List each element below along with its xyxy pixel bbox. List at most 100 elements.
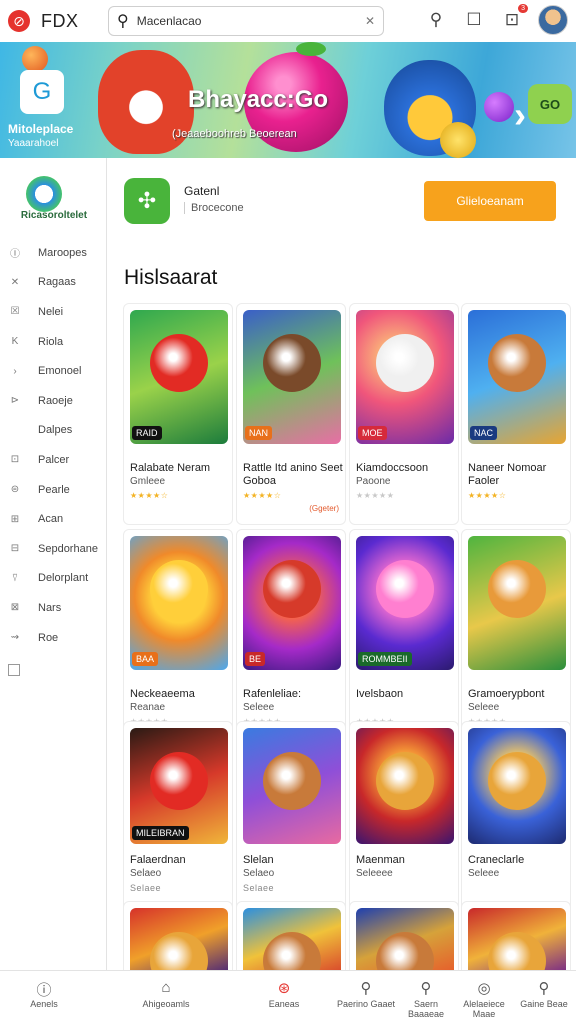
game-art[interactable]	[468, 908, 566, 978]
game-card[interactable]: Craneclarle Seleee	[461, 721, 571, 911]
game-title: Neckeaeema	[130, 688, 195, 700]
sidebar-item[interactable]: ⊞ Acan	[0, 504, 106, 534]
notifications-icon[interactable]: ⊡ 3	[500, 4, 528, 32]
banner-logo-sub: Yaaarahoel	[8, 138, 59, 149]
sidebar-item[interactable]: ⇝ Roe	[0, 623, 106, 653]
game-card[interactable]	[461, 901, 571, 981]
game-art[interactable]: MOE	[356, 310, 454, 444]
bottom-nav-item[interactable]: ⓘ Aenels	[14, 979, 74, 1009]
featured-app-icon[interactable]: ✣	[124, 178, 170, 224]
game-badge: MOE	[358, 426, 387, 440]
game-card[interactable]: MOE Kiamdoccsoon Paoone ★★★★★	[349, 303, 459, 525]
game-art[interactable]	[356, 728, 454, 844]
sidebar-item-label: Nelei	[38, 305, 64, 318]
sidebar-item[interactable]: ☒ Nelei	[0, 297, 106, 327]
game-art[interactable]	[243, 728, 341, 844]
game-art[interactable]: NAN	[243, 310, 341, 444]
sidebar-logo-icon[interactable]	[26, 176, 62, 212]
sidebar-item-icon: ☒	[10, 306, 20, 318]
chevron-right-icon[interactable]: ›	[514, 94, 526, 136]
hero-banner[interactable]: G Mitoleplace Yaaarahoel GO Bhayacc:Go (…	[0, 42, 576, 158]
game-character-art	[376, 752, 434, 810]
sidebar-item-icon: Ⓘ	[10, 249, 20, 261]
game-character-art	[488, 560, 546, 618]
game-card[interactable]: BERafenleliae:Seleee★★★★★	[236, 529, 346, 751]
user-avatar[interactable]	[538, 5, 568, 35]
game-card[interactable]: MILEIBRAN Falaerdnan Selaeo Selaee	[123, 721, 233, 911]
game-art[interactable]: MILEIBRAN	[130, 728, 228, 844]
game-art[interactable]	[356, 908, 454, 978]
sidebar-item-label: Riola	[38, 335, 64, 348]
game-card[interactable]: BAANeckeaeemaReanae★★★★★	[123, 529, 233, 751]
game-subtitle: Seleee	[243, 702, 275, 713]
game-badge: RAID	[132, 426, 162, 440]
game-rating: ★★★★☆	[130, 491, 169, 500]
game-card[interactable]: RAID Ralabate Neram Gmleee ★★★★☆	[123, 303, 233, 525]
bottom-nav-item[interactable]: ⊛ Eaneas	[254, 979, 314, 1009]
game-art[interactable]: RAID	[130, 310, 228, 444]
game-art[interactable]	[130, 908, 228, 978]
sidebar-item-icon: ⍢	[12, 572, 18, 584]
bottom-nav-label: Eaneas	[268, 999, 300, 1009]
search-button-icon[interactable]: ⚲	[424, 8, 448, 32]
game-card[interactable]: GramoerypbontSeleee★★★★★	[461, 529, 571, 751]
sidebar-item-icon: ⊠	[10, 602, 20, 614]
game-title: Rafenleliae:	[243, 688, 302, 700]
game-art[interactable]: BE	[243, 536, 341, 670]
game-card[interactable]	[349, 901, 459, 981]
sidebar-item[interactable]: ⊳ Raoeje	[0, 386, 106, 416]
bottom-nav-icon: ⓘ	[36, 982, 52, 999]
install-button[interactable]: Glieloeanam	[424, 181, 556, 221]
game-art[interactable]: NAC	[468, 310, 566, 444]
game-badge: BAA	[132, 652, 159, 666]
bottom-nav-item[interactable]: ⚲ Gaine Beae	[514, 979, 574, 1009]
game-subtitle: Selaeo	[130, 868, 162, 879]
chat-icon[interactable]: ☐	[462, 8, 486, 32]
bottom-nav-item[interactable]: ⌂ Ahigeoamls	[136, 979, 196, 1009]
bottom-nav-icon: ⊛	[277, 980, 291, 997]
game-art[interactable]: BAA	[130, 536, 228, 670]
bottom-nav-label: Gaine Beae	[520, 999, 568, 1009]
sidebar-item-icon: ⇝	[10, 632, 20, 644]
game-character-art	[263, 752, 321, 810]
sidebar-item[interactable]: K Riola	[0, 327, 106, 357]
checkbox-icon[interactable]	[8, 664, 20, 676]
game-card[interactable]: NAC Naneer Nomoar Faoler ★★★★☆	[461, 303, 571, 525]
game-art[interactable]	[243, 908, 341, 978]
game-card[interactable]: ROMMBEIIIvelsbaon★★★★★	[349, 529, 459, 751]
search-input[interactable]: Macenlacao	[137, 14, 365, 28]
game-subtitle: Seleee	[468, 702, 500, 713]
search-bar[interactable]: ⚲ Macenlacao ✕	[108, 6, 384, 36]
game-character-art	[376, 560, 434, 618]
sidebar-item[interactable]: ⊟ Sepdorhane	[0, 534, 106, 564]
game-card[interactable]: NAN Rattle Itd anino Seet Goboa ★★★★☆ (Gget…	[236, 303, 346, 525]
game-subtitle: Seleee	[468, 868, 500, 879]
sidebar-item[interactable]: Dalpes	[0, 416, 106, 446]
bottom-nav-item[interactable]: ◎ Alelaeiece Maae	[454, 979, 514, 1019]
sidebar-item-label: Ragaas	[38, 276, 76, 289]
sidebar-item[interactable]: Ⓘ Maroopes	[0, 238, 106, 268]
sidebar-item[interactable]: ⍢ Delorplant	[0, 564, 106, 594]
app-logo-icon[interactable]: ⊘	[8, 10, 30, 32]
sidebar-item-label: Emonoel	[38, 365, 82, 378]
game-card[interactable]: Maenman Seleeee	[349, 721, 459, 911]
brand-name[interactable]: FDX	[41, 11, 79, 32]
sidebar-item[interactable]: ✕ Ragaas	[0, 268, 106, 298]
game-card[interactable]: Slelan Selaeo Selaee	[236, 721, 346, 911]
sidebar-item[interactable]: ⊜ Pearle	[0, 475, 106, 505]
game-badge: BE	[245, 652, 266, 666]
game-card[interactable]	[123, 901, 233, 981]
sidebar-item[interactable]: ⊡ Palcer	[0, 445, 106, 475]
game-art[interactable]	[468, 728, 566, 844]
sidebar-item[interactable]: › Emonoel	[0, 356, 106, 386]
bottom-nav-item[interactable]: ⚲ Saern Baaaeae	[396, 979, 456, 1019]
featured-app[interactable]: ✣ Gatenl Brocecone Glieloeanam	[124, 178, 564, 226]
game-art[interactable]	[468, 536, 566, 670]
voice-search-icon[interactable]: ✕	[365, 14, 375, 28]
sidebar-item-label: Nars	[38, 601, 62, 614]
game-card[interactable]	[236, 901, 346, 981]
sidebar-item[interactable]: ⊠ Nars	[0, 593, 106, 623]
game-character-art	[263, 334, 321, 392]
game-art[interactable]: ROMMBEII	[356, 536, 454, 670]
bottom-nav-item[interactable]: ⚲ Paerino Gaaet	[336, 979, 396, 1009]
